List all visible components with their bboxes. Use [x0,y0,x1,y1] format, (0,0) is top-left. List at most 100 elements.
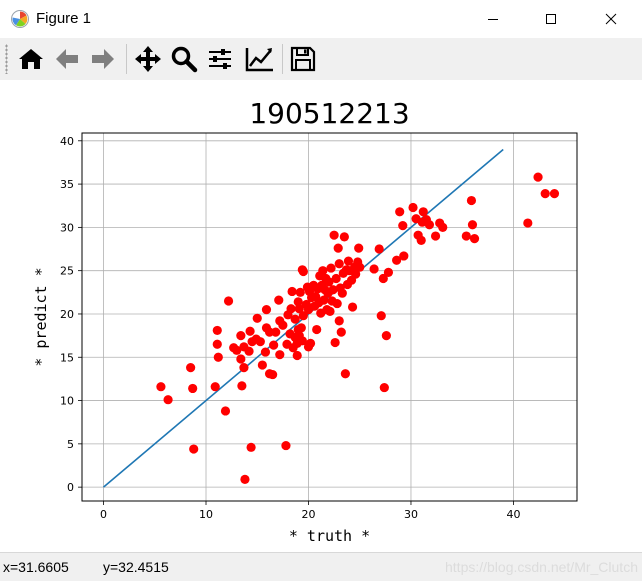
scatter-point [240,474,250,484]
scatter-point [223,296,234,306]
scatter-point [523,218,533,228]
scatter-point [395,207,405,217]
scatter-point [332,298,342,309]
scatter-point [329,230,339,240]
toolbar-separator [126,44,127,74]
scatter-point [376,311,386,321]
scatter-point [469,234,480,244]
close-icon [605,13,617,25]
scatter-point [430,231,441,241]
chart-title: 190512213 [249,97,409,130]
navigation-toolbar [0,38,642,80]
window-title: Figure 1 [36,10,92,27]
configure-subplots-button[interactable] [203,42,237,76]
y-tick-label: 15 [60,351,74,364]
scatter-point [337,288,347,298]
home-button[interactable] [14,42,48,76]
title-bar: Figure 1 [0,0,642,38]
scatter-point [257,360,267,370]
scatter-point [252,313,262,323]
cursor-x-readout: x=31.6605 [3,559,69,575]
scatter-point [292,350,302,361]
scatter-point [466,195,477,206]
scatter-point [260,347,271,357]
scatter-point [212,325,222,336]
scatter-point [236,331,246,341]
x-axis-label: * truth * [289,527,370,545]
scatter-point [269,340,279,350]
y-tick-label: 30 [60,221,74,234]
scatter-point [334,259,344,269]
scatter-point [312,324,322,335]
scatter-point [186,363,196,373]
scatter-point [540,189,550,199]
scatter-point [438,222,448,232]
scatter-point [298,266,308,277]
toolbar-separator [282,44,283,74]
minimize-button[interactable] [470,0,516,38]
back-button[interactable] [50,42,84,76]
watermark-text: https://blog.csdn.net/Mr_Clutch [445,559,638,575]
scatter-points [156,172,560,484]
axes-frame [81,132,578,502]
scatter-point [271,327,281,337]
scatter-point [245,326,255,336]
x-tick-label: 30 [404,508,418,521]
home-icon [19,49,43,69]
scatter-point [334,316,344,326]
scatter-point [213,352,223,362]
y-tick-label: 35 [60,178,74,191]
scatter-point [296,323,306,333]
maximize-button[interactable] [528,0,574,38]
scatter-point [210,382,220,392]
scatter-point [374,244,384,254]
scatter-point [347,302,358,312]
scatter-point [305,338,316,349]
scatter-point [381,331,391,341]
save-floppy-icon [290,46,316,72]
scatter-point [355,262,365,272]
scatter-point [163,395,173,405]
y-tick-label: 10 [60,395,74,408]
scatter-point [255,337,265,347]
scatter-point [268,369,278,380]
back-arrow-icon [56,49,78,69]
x-tick-label: 20 [301,508,315,521]
scatter-point [467,220,478,230]
maximize-icon [546,14,556,24]
scatter-point [330,337,340,348]
forward-arrow-icon [92,49,114,69]
y-tick-label: 0 [67,481,74,494]
pan-button[interactable] [131,42,165,76]
status-bar: x=31.6605 y=32.4515 https://blog.csdn.ne… [0,552,642,581]
minimize-icon [488,19,498,20]
scatter-point [220,406,231,416]
zoom-button[interactable] [167,42,201,76]
scatter-plot: 0 10 20 30 40 0 5 10 15 20 25 30 35 40 190512213 * tr… [32,97,578,545]
grid-lines [82,133,577,501]
scatter-point [333,243,343,253]
edit-curve-icon [245,48,273,72]
y-tick-label: 5 [67,438,74,451]
scatter-point [261,305,272,315]
scatter-point [188,383,198,394]
forward-button[interactable] [86,42,120,76]
scatter-point [326,263,336,273]
zoom-magnifier-icon [171,46,198,73]
scatter-point [399,251,409,261]
figure-canvas[interactable]: 0 10 20 30 40 0 5 10 15 20 25 30 35 40 190512213 * tr… [0,80,642,552]
scatter-point [156,382,166,392]
y-tick-label: 40 [60,135,74,148]
edit-axis-button[interactable] [243,42,277,76]
save-button[interactable] [286,42,320,76]
scatter-point [461,231,471,241]
scatter-point [212,339,222,349]
close-button[interactable] [588,0,634,38]
scatter-point [274,295,284,305]
scatter-point [369,264,379,274]
x-tick-label: 10 [199,508,213,521]
scatter-point [379,382,389,393]
x-tick-label: 40 [506,508,520,521]
scatter-point [290,314,300,324]
scatter-point [416,235,426,245]
